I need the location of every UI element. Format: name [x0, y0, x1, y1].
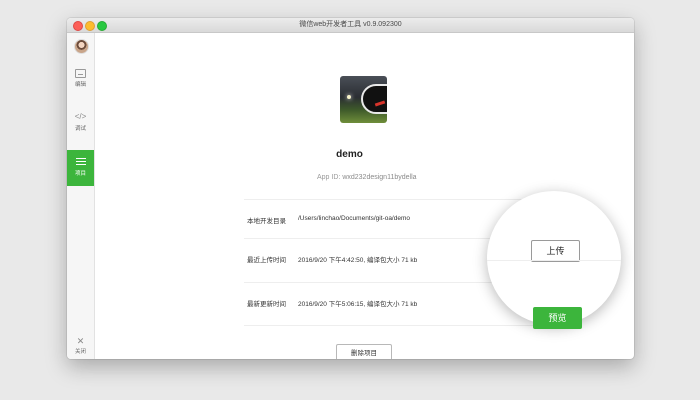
- project-name: demo: [336, 149, 363, 160]
- project-icon-image: [340, 76, 387, 123]
- sidebar-close-button[interactable]: ✕ 关闭: [67, 336, 94, 355]
- sidebar-item-label: 调试: [74, 126, 86, 132]
- app-id-label: App ID:: [317, 174, 341, 181]
- close-icon: ✕: [76, 336, 85, 346]
- preview-button[interactable]: 预览: [533, 307, 582, 329]
- window-title: 微信web开发者工具 v0.9.092300: [299, 21, 402, 28]
- sidebar-item-debug[interactable]: </> 调试: [67, 105, 94, 141]
- edit-icon: [75, 69, 86, 78]
- sidebar-item-label: 编辑: [74, 82, 86, 88]
- info-row-label: 本地开发目录: [247, 218, 286, 225]
- local-dir-value: /Users/linchao/Documents/git-oa/demo: [298, 215, 410, 222]
- sidebar-item-edit[interactable]: 编辑: [67, 62, 94, 98]
- divider: [244, 325, 544, 326]
- info-row-label: 最新更新时间: [247, 301, 286, 308]
- delete-project-button[interactable]: 删除项目: [336, 344, 392, 359]
- sidebar: 编辑 </> 调试 项目 ✕ 关闭: [67, 33, 95, 359]
- upload-button[interactable]: 上传: [531, 240, 580, 262]
- magnifier-callout: 上传 预览: [487, 191, 621, 329]
- divider: [244, 199, 544, 200]
- app-id-value: wxd232design11bydella: [342, 174, 417, 181]
- last-upload-value: 2016/9/20 下午4:42:50, 编译包大小 71 kb: [298, 257, 418, 264]
- last-update-value: 2016/9/20 下午5:06:15, 编译包大小 71 kb: [298, 301, 418, 308]
- sidebar-item-label: 项目: [74, 171, 86, 177]
- app-window: 微信web开发者工具 v0.9.092300 编辑 </> 调试 项目 ✕ 关闭: [67, 18, 634, 359]
- app-id: App ID: wxd232design11bydella: [317, 174, 417, 181]
- info-row-label: 最近上传时间: [247, 257, 286, 264]
- avatar[interactable]: [74, 39, 89, 54]
- code-icon: </>: [74, 112, 87, 121]
- sidebar-close-label: 关闭: [74, 349, 86, 355]
- divider: [487, 260, 621, 261]
- title-bar: 微信web开发者工具 v0.9.092300: [67, 18, 634, 33]
